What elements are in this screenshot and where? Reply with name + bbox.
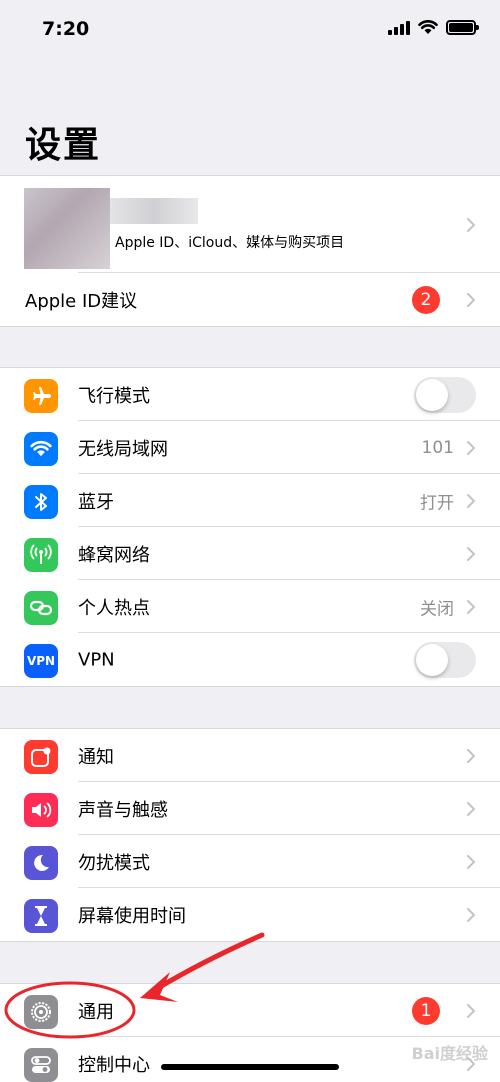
- notifications-label: 通知: [78, 746, 114, 768]
- vpn-toggle[interactable]: [414, 641, 476, 678]
- chevron-right-icon: [467, 546, 475, 561]
- battery-icon: [446, 20, 479, 35]
- notifications-group: 通知 声音与触感 勿扰模式 屏幕使用时间: [0, 728, 500, 942]
- gear-icon: [24, 995, 58, 1029]
- annotation-arrow: [155, 932, 265, 991]
- airplane-mode-label: 飞行模式: [78, 385, 150, 407]
- wifi-label: 无线局域网: [78, 438, 168, 460]
- bluetooth-label: 蓝牙: [78, 491, 114, 513]
- hotspot-value: 关闭: [420, 599, 454, 619]
- chevron-right-icon: [467, 748, 475, 763]
- chevron-right-icon: [467, 854, 475, 869]
- hotspot-label: 个人热点: [78, 597, 150, 619]
- control-center-label: 控制中心: [78, 1054, 150, 1076]
- account-name-redacted: [110, 198, 198, 224]
- general-label: 通用: [78, 1001, 114, 1023]
- chevron-right-icon: [467, 599, 475, 614]
- sounds-row[interactable]: 声音与触感: [0, 782, 500, 835]
- notifications-icon: [24, 740, 58, 774]
- wifi-icon: [24, 432, 58, 466]
- signal-icon: [388, 20, 410, 35]
- airplane-mode-row[interactable]: 飞行模式: [0, 368, 500, 421]
- suggestion-badge: 2: [412, 285, 440, 314]
- apple-id-row[interactable]: Apple ID、iCloud、媒体与购买项目: [0, 176, 500, 273]
- home-indicator: [161, 1064, 339, 1070]
- sounds-label: 声音与触感: [78, 799, 168, 821]
- status-time: 7:20: [42, 18, 90, 40]
- vpn-icon: VPN: [24, 644, 58, 678]
- status-icons: [388, 20, 479, 35]
- profile-group: Apple ID、iCloud、媒体与购买项目 Apple ID建议 2: [0, 175, 500, 327]
- screen-time-row[interactable]: 屏幕使用时间: [0, 888, 500, 941]
- bluetooth-row[interactable]: 蓝牙 打开: [0, 474, 500, 527]
- watermark: Bai度经验: [411, 1044, 488, 1063]
- cellular-row[interactable]: 蜂窝网络: [0, 527, 500, 580]
- chevron-right-icon: [467, 493, 475, 508]
- do-not-disturb-label: 勿扰模式: [78, 852, 150, 874]
- hotspot-row[interactable]: 个人热点 关闭: [0, 580, 500, 633]
- bluetooth-value: 打开: [420, 493, 454, 513]
- cellular-label: 蜂窝网络: [78, 544, 150, 566]
- hotspot-icon: [24, 591, 58, 625]
- speaker-icon: [24, 793, 58, 827]
- wifi-value: 101: [421, 437, 454, 458]
- notifications-row[interactable]: 通知: [0, 729, 500, 782]
- screen-time-label: 屏幕使用时间: [78, 905, 186, 927]
- chevron-right-icon: [467, 1003, 475, 1018]
- general-row[interactable]: 通用 1: [0, 984, 500, 1037]
- chevron-right-icon: [467, 292, 475, 307]
- page-title: 设置: [25, 125, 102, 166]
- general-badge: 1: [412, 996, 440, 1025]
- chevron-right-icon: [467, 217, 475, 232]
- airplane-mode-toggle[interactable]: [414, 376, 476, 413]
- bluetooth-icon: [24, 485, 58, 519]
- do-not-disturb-row[interactable]: 勿扰模式: [0, 835, 500, 888]
- apple-id-suggestion-row[interactable]: Apple ID建议 2: [0, 273, 500, 326]
- vpn-label: VPN: [78, 649, 115, 670]
- moon-icon: [24, 846, 58, 880]
- apple-id-subtitle: Apple ID、iCloud、媒体与购买项目: [115, 235, 345, 251]
- chevron-right-icon: [467, 907, 475, 922]
- vpn-row[interactable]: VPN VPN: [0, 633, 500, 686]
- chevron-right-icon: [467, 440, 475, 455]
- cellular-icon: [24, 538, 58, 572]
- control-center-icon: [24, 1048, 58, 1082]
- wifi-status-icon: [418, 20, 438, 34]
- apple-id-suggestion-label: Apple ID建议: [25, 290, 138, 312]
- avatar: [24, 188, 110, 269]
- hourglass-icon: [24, 899, 58, 933]
- wifi-row[interactable]: 无线局域网 101: [0, 421, 500, 474]
- chevron-right-icon: [467, 801, 475, 816]
- connectivity-group: 飞行模式 无线局域网 101 蓝牙 打开 蜂窝网络 个人热点 关闭 VPN VP…: [0, 367, 500, 687]
- airplane-icon: [24, 379, 58, 413]
- status-bar: 7:20: [0, 0, 500, 60]
